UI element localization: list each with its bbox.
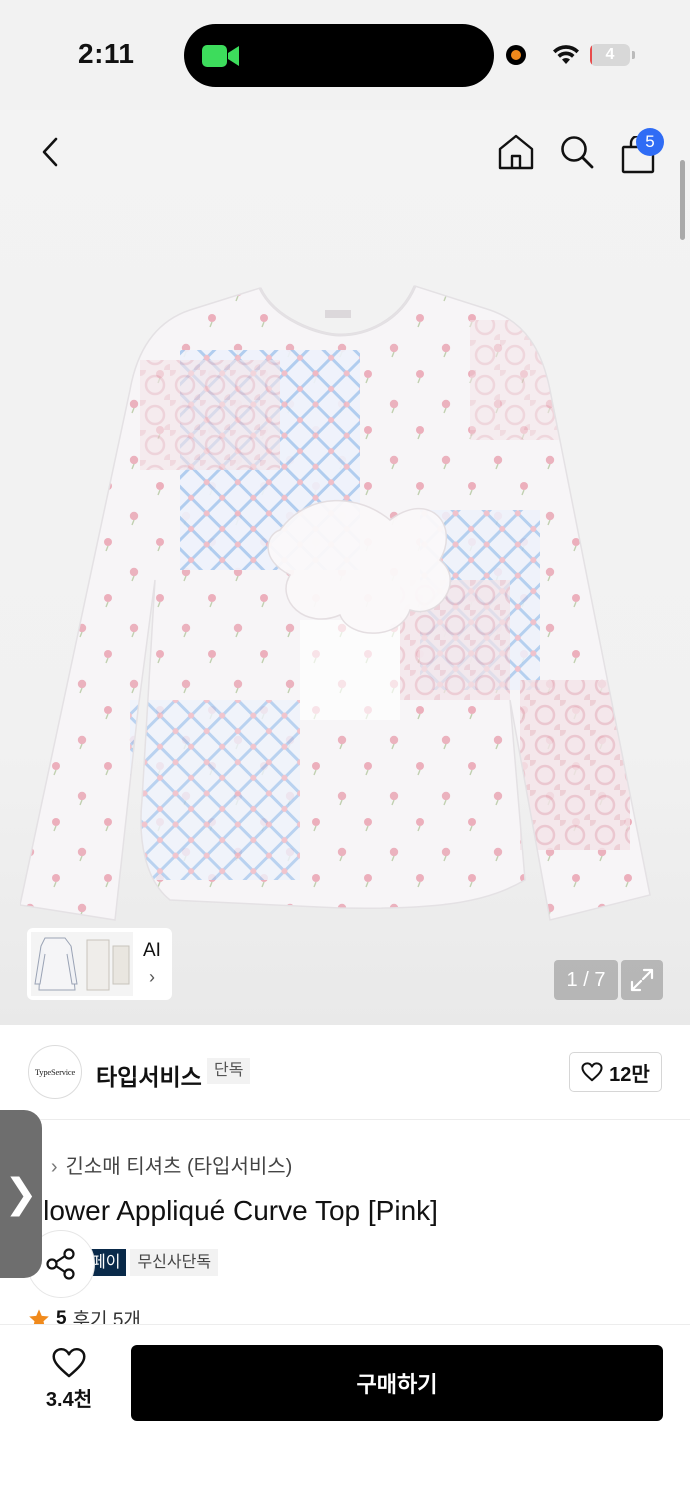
back-chevron-icon [42,137,58,167]
wifi-icon [553,45,579,64]
recording-dot-icon [506,45,526,65]
chevron-right-icon: ❯ [4,1172,38,1216]
expand-image-button[interactable] [621,960,663,1000]
facetime-video-icon [202,45,239,67]
battery-level: 4 [605,46,615,63]
cart-count-badge: 5 [636,128,664,156]
battery-icon: 4 [590,44,630,66]
home-button[interactable] [494,130,538,174]
ai-label: AI › [143,940,161,988]
product-image[interactable] [20,280,660,940]
image-page-counter: 1 / 7 [554,960,618,1000]
ai-text: AI [143,940,161,961]
status-time: 2:11 [78,38,135,69]
product-gallery[interactable]: 5 AI › 1 / 7 [0,110,690,1025]
bottom-action-bar: 3.4천 구매하기 [0,1325,690,1500]
brand-exclusive-tag: 단독 [207,1058,251,1084]
product-tags: 페이 무신사단독 [85,1249,219,1276]
brand-logo[interactable]: TypeService [28,1045,82,1099]
heart-icon [581,1062,603,1082]
back-button[interactable] [28,130,72,174]
like-count: 3.4천 [45,1389,93,1411]
breadcrumb-subcategory[interactable]: 긴소매 티셔츠 (타입서비스) [65,1156,292,1178]
like-button[interactable]: 3.4천 [28,1347,110,1417]
search-icon [561,136,594,169]
side-drawer-handle[interactable]: ❯ [0,1110,42,1278]
brand-like-button[interactable]: 12만 [569,1052,662,1092]
brand-like-count: 12만 [609,1063,650,1086]
breadcrumb: 상의›긴소매 티셔츠 (타입서비스) [6,1150,292,1179]
expand-icon [630,968,654,992]
search-button[interactable] [556,130,598,174]
dynamic-island [184,24,494,87]
ai-arrow-icon: › [148,967,155,987]
home-icon [498,134,534,170]
buy-button[interactable]: 구매하기 [131,1345,663,1421]
heart-icon [52,1347,86,1378]
ai-thumbnail-image [31,932,133,996]
cart-button[interactable]: 5 [616,128,664,176]
battery-tip [632,51,635,59]
scrollbar[interactable] [680,160,685,240]
share-icon [46,1248,75,1280]
brand-row[interactable]: TypeService 타입서비스 단독 12만 [0,1025,690,1120]
status-bar: 2:11 4 [0,0,690,110]
ai-coordi-button[interactable]: AI › [27,928,172,1000]
musinsa-exclusive-tag: 무신사단독 [130,1249,219,1276]
brand-name[interactable]: 타입서비스 [96,1058,202,1092]
breadcrumb-sep: › [50,1156,58,1178]
product-title: Flower Appliqué Curve Top [Pink] [26,1195,438,1226]
